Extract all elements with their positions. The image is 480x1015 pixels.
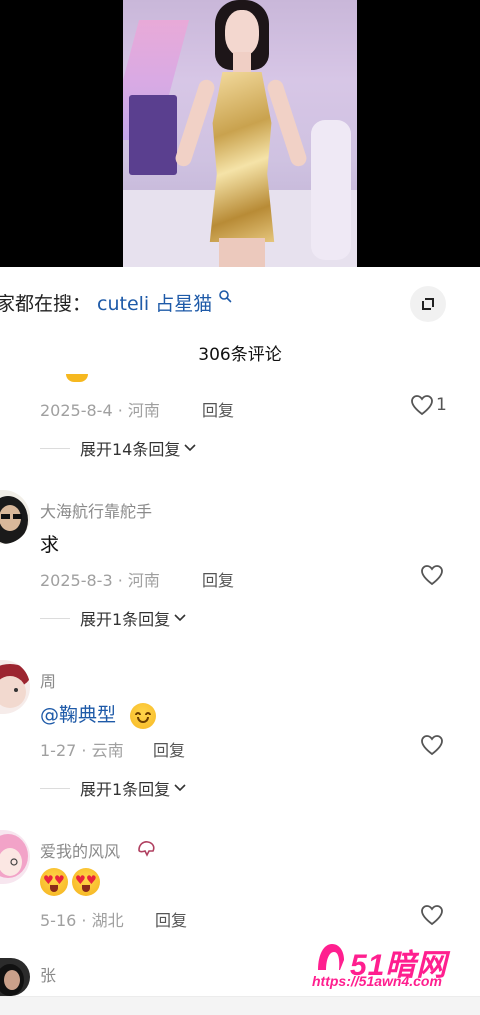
- chevron-down-icon: [174, 614, 186, 622]
- comment-meta: 1-27 · 云南: [40, 741, 124, 760]
- watermark-url: https://51awn4.com: [312, 973, 442, 989]
- video-player[interactable]: [0, 0, 480, 267]
- divider-line: [40, 447, 70, 449]
- hooded-figure-icon: [318, 944, 344, 970]
- chevron-down-icon: [174, 784, 186, 792]
- bottom-input-bar[interactable]: [0, 996, 480, 1015]
- chevron-down-icon: [184, 444, 196, 452]
- comments-count: 306条评论: [198, 345, 282, 365]
- video-subject: [173, 0, 309, 267]
- search-suggestion-prefix: 家都在搜：: [0, 293, 92, 315]
- heart-icon: [421, 905, 443, 926]
- heart-eyes-emoji-icon: ♥ ♥: [72, 868, 100, 896]
- avatar[interactable]: [0, 490, 30, 544]
- like-button[interactable]: [420, 564, 444, 586]
- like-count: 1: [436, 395, 447, 415]
- expand-replies-button[interactable]: 展开14条回复: [40, 436, 196, 460]
- avatar[interactable]: [0, 660, 30, 714]
- comment-text: ♥ ♥ ♥ ♥: [40, 868, 104, 896]
- comment-text: @鞠典型: [40, 700, 157, 729]
- comment-author[interactable]: 爱我的风风: [40, 838, 120, 862]
- like-button[interactable]: [420, 904, 444, 926]
- reply-button[interactable]: 回复: [155, 907, 187, 931]
- expand-replies-label: 展开1条回复: [80, 780, 171, 799]
- collapse-video-button[interactable]: [410, 286, 446, 322]
- like-button[interactable]: [420, 734, 444, 756]
- comment-text: 求: [40, 534, 60, 556]
- expand-replies-button[interactable]: 展开1条回复: [40, 606, 186, 630]
- search-suggestion-term[interactable]: cuteli 占星猫: [97, 289, 212, 316]
- collapse-icon: [422, 298, 434, 310]
- heart-icon: [421, 735, 443, 756]
- reply-button[interactable]: 回复: [153, 737, 185, 761]
- expand-replies-label: 展开14条回复: [80, 440, 181, 459]
- monitor-decor: [129, 95, 177, 175]
- expand-replies-button[interactable]: 展开1条回复: [40, 776, 186, 800]
- search-suggestion-bar[interactable]: 家都在搜： cuteli 占星猫: [0, 267, 480, 337]
- heart-eyes-emoji-icon: ♥ ♥: [40, 868, 68, 896]
- divider-line: [40, 617, 70, 619]
- comment-meta: 2025-8-3 · 河南: [40, 571, 160, 590]
- badge-icon: [138, 841, 155, 857]
- expand-replies-label: 展开1条回复: [80, 610, 171, 629]
- comment-author[interactable]: 大海航行靠舵手: [40, 498, 152, 522]
- reply-button[interactable]: 回复: [202, 397, 234, 421]
- comment-author[interactable]: 周: [40, 668, 56, 692]
- comment-author[interactable]: 张: [40, 962, 56, 986]
- reply-button[interactable]: 回复: [202, 567, 234, 591]
- mention-link[interactable]: @鞠典型: [40, 704, 116, 726]
- heart-icon: [421, 565, 443, 586]
- watermark: 51暗网 https://51awn4.com: [310, 940, 480, 995]
- video-frame[interactable]: [123, 0, 357, 267]
- comment-meta: 2025-8-4 · 河南: [40, 401, 160, 420]
- emoji-partial: [66, 374, 88, 382]
- divider-line: [40, 787, 70, 789]
- search-icon[interactable]: [218, 289, 232, 303]
- heart-icon: [411, 395, 433, 416]
- chair-decor: [311, 120, 351, 260]
- avatar[interactable]: [0, 958, 30, 996]
- avatar[interactable]: [0, 830, 30, 884]
- like-button[interactable]: 1: [410, 394, 447, 416]
- smile-emoji-icon: [130, 702, 157, 729]
- comment-meta: 5-16 · 湖北: [40, 911, 124, 930]
